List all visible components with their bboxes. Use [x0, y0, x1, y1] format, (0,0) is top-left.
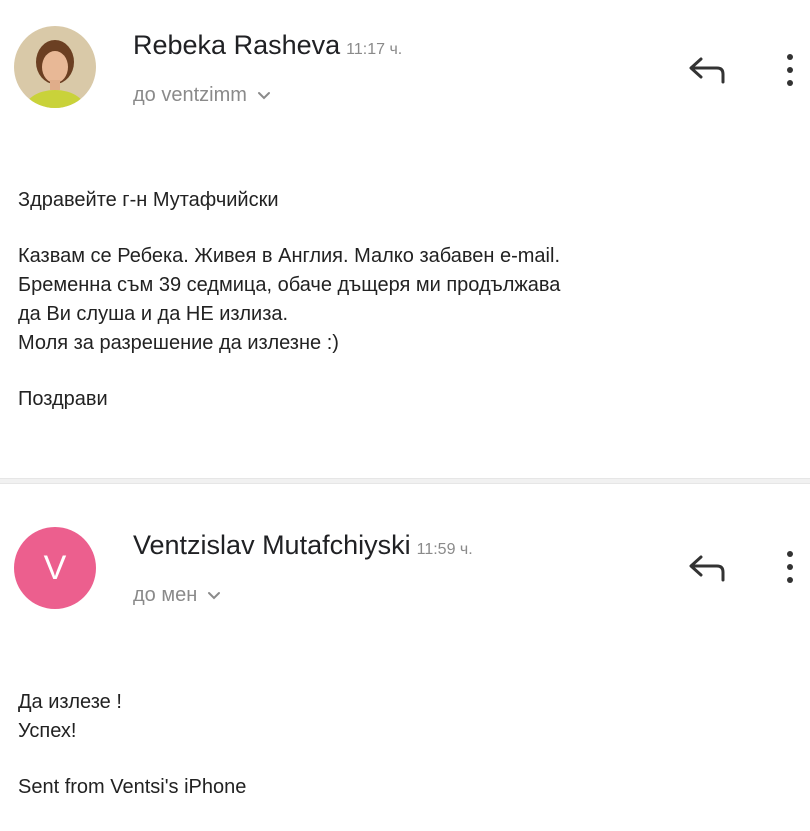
reply-arrow-icon[interactable]	[683, 52, 729, 88]
recipient-label: до мен	[133, 584, 198, 606]
body-line: Бременна съм 39 седмица, обаче дъщеря ми…	[18, 274, 561, 296]
avatar-initial: V	[43, 549, 67, 587]
chevron-down-icon[interactable]	[257, 84, 271, 107]
email-message-2: V Ventzislav Mutafchiyski 11:59 ч. до мен…	[0, 484, 810, 831]
chevron-down-icon[interactable]	[207, 584, 221, 607]
sender-line: Rebeka Rasheva 11:17 ч.	[133, 30, 402, 61]
vertical-dots-icon[interactable]	[779, 547, 801, 587]
body-line: Да излезе !	[18, 691, 122, 713]
body-line: да Ви слуша и да НЕ излиза.	[18, 303, 289, 325]
signature-text: Sent from Ventsi's iPhone	[18, 776, 247, 798]
body-line: Казвам се Ребека. Живея в Англия. Малко …	[18, 245, 561, 267]
sender-name: Ventzislav Mutafchiyski	[133, 530, 411, 560]
recipient-details[interactable]: до ventzimm	[133, 84, 271, 107]
vertical-dots-icon[interactable]	[779, 50, 801, 90]
message-body: Да излезе ! Успех! Sent from Ventsi's iP…	[18, 688, 798, 802]
avatar-photo-image	[14, 26, 96, 108]
body-line: Моля за разрешение да излезне :)	[18, 332, 339, 354]
recipient-details[interactable]: до мен	[133, 584, 221, 607]
message-time: 11:17 ч.	[346, 41, 403, 58]
recipient-label: до ventzimm	[133, 84, 247, 106]
message-time: 11:59 ч.	[416, 541, 473, 558]
body-line: Успех!	[18, 720, 77, 742]
reply-arrow-icon[interactable]	[683, 550, 729, 586]
message-body: Здравейте г-н Мутафчийски Казвам се Ребе…	[18, 186, 798, 414]
message-paragraph: Да излезе ! Успех!	[18, 688, 798, 746]
message-paragraph: Казвам се Ребека. Живея в Англия. Малко …	[18, 242, 798, 358]
closing-text: Поздрави	[18, 388, 108, 410]
sender-name: Rebeka Rasheva	[133, 30, 341, 60]
greeting-text: Здравейте г-н Мутафчийски	[18, 189, 279, 211]
email-message-1: Rebeka Rasheva 11:17 ч. до ventzimm Здрав…	[0, 0, 810, 478]
sender-avatar-photo[interactable]	[14, 26, 96, 108]
sender-avatar-letter[interactable]: V	[14, 527, 96, 609]
sender-line: Ventzislav Mutafchiyski 11:59 ч.	[133, 530, 473, 561]
